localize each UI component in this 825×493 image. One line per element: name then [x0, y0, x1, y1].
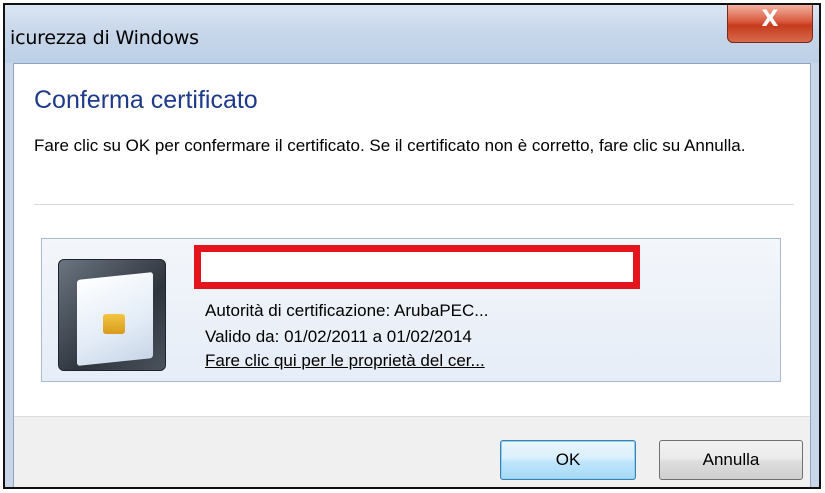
cancel-button[interactable]: Annulla: [659, 440, 803, 480]
window-title: icurezza di Windows: [10, 27, 199, 49]
window-border-right: [811, 63, 820, 489]
close-icon: X: [761, 7, 779, 32]
chip-shape: [103, 314, 125, 334]
certificate-properties-link[interactable]: Fare clic qui per le proprietà del cer..…: [205, 351, 485, 371]
dialog-heading: Conferma certificato: [34, 86, 258, 114]
certificate-tile[interactable]: Autorità di certificazione: ArubaPEC... …: [41, 238, 781, 382]
ok-button[interactable]: OK: [500, 440, 636, 480]
window-border-left: [5, 63, 13, 489]
title-bar[interactable]: icurezza di Windows X: [5, 5, 820, 63]
dialog-description: Fare clic su OK per confermare il certif…: [34, 136, 746, 155]
smart-card-icon: [58, 259, 166, 371]
separator: [34, 204, 794, 205]
dialog-window: icurezza di Windows X Conferma certifica…: [0, 0, 825, 493]
button-bar: OK Annulla: [14, 416, 810, 489]
redacted-subject: [194, 245, 640, 289]
certificate-validity: Valido da: 01/02/2011 a 01/02/2014: [205, 327, 472, 346]
certificate-issuer: Autorità di certificazione: ArubaPEC...: [205, 301, 489, 320]
dialog-content: Conferma certificato Fare clic su OK per…: [13, 63, 811, 489]
close-button[interactable]: X: [727, 5, 813, 43]
